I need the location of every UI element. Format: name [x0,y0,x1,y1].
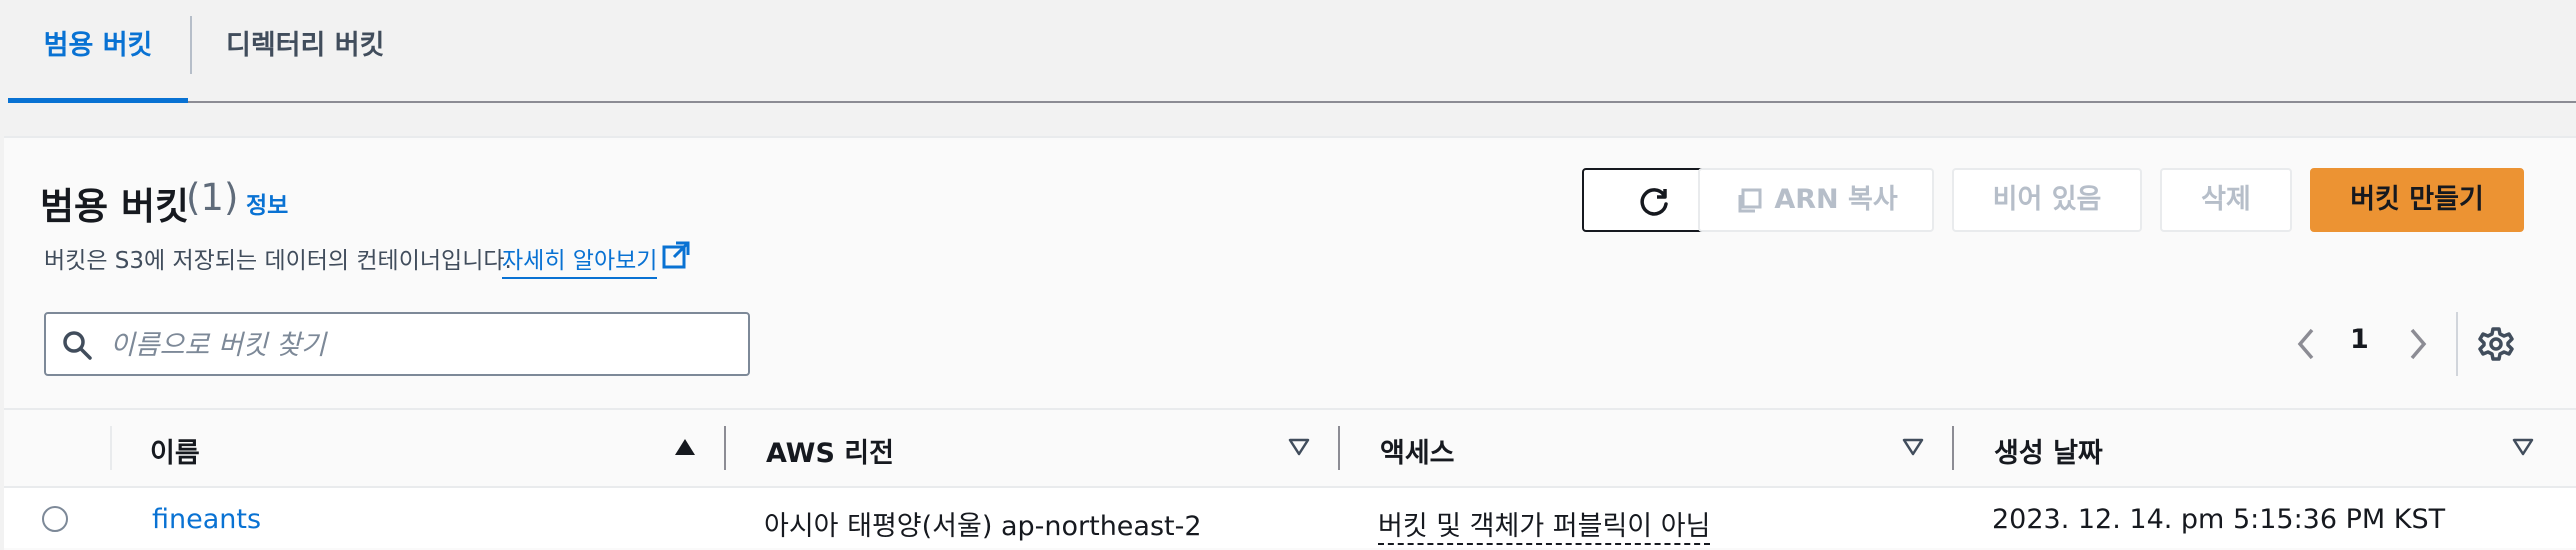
copy-icon [1738,188,1762,213]
column-resizer[interactable] [1952,426,1954,470]
next-page-icon[interactable] [2404,326,2432,362]
column-resizer[interactable] [1338,426,1340,470]
tab-general-purpose-buckets[interactable]: 범용 버킷 [8,0,188,103]
refresh-icon [1640,188,1668,216]
copy-arn-button[interactable]: ARN 복사 [1698,168,1934,232]
column-header-region[interactable]: AWS 리전 [766,431,894,470]
empty-button[interactable]: 비어 있음 [1952,168,2142,232]
column-separator [110,426,112,470]
bucket-region: 아시아 태평양(서울) ap-northeast-2 [764,511,1202,542]
bucket-access[interactable]: 버킷 및 객체가 퍼블릭이 아님 [1378,504,1711,545]
column-resizer[interactable] [724,426,726,470]
bucket-name-link[interactable]: fineants [152,504,261,535]
search-box [44,312,750,376]
sort-icon[interactable] [1902,438,1924,456]
sort-icon[interactable] [1288,438,1310,456]
column-header-access[interactable]: 액세스 [1380,431,1455,470]
bucket-count: (1) [186,176,239,219]
search-input[interactable] [108,322,732,368]
row-select-radio[interactable] [42,506,68,532]
page-title: 범용 버킷 [40,185,190,228]
sort-ascending-icon[interactable] [674,438,696,456]
search-icon [63,331,92,360]
bucket-created-date: 2023. 12. 14. pm 5:15:36 PM KST [1992,504,2446,535]
column-header-created[interactable]: 생성 날짜 [1994,431,2103,470]
current-page-number[interactable]: 1 [2350,324,2369,355]
sort-icon[interactable] [2512,438,2534,456]
previous-page-icon[interactable] [2292,326,2320,362]
learn-more-link[interactable]: 자세히 알아보기 [502,241,658,279]
delete-button[interactable]: 삭제 [2160,168,2292,232]
external-link-icon[interactable] [662,241,690,269]
tab-divider [190,16,192,74]
create-bucket-button[interactable]: 버킷 만들기 [2310,168,2524,232]
pagination-divider [2456,312,2458,376]
panel-description: 버킷은 S3에 저장되는 데이터의 컨테이너입니다. [44,248,512,274]
gear-icon[interactable] [2478,326,2514,362]
info-link[interactable]: 정보 [246,186,288,220]
tab-directory-buckets[interactable]: 디렉터리 버킷 [226,0,384,101]
column-header-name[interactable]: 이름 [150,431,200,470]
bucket-type-tabs [8,0,2576,103]
